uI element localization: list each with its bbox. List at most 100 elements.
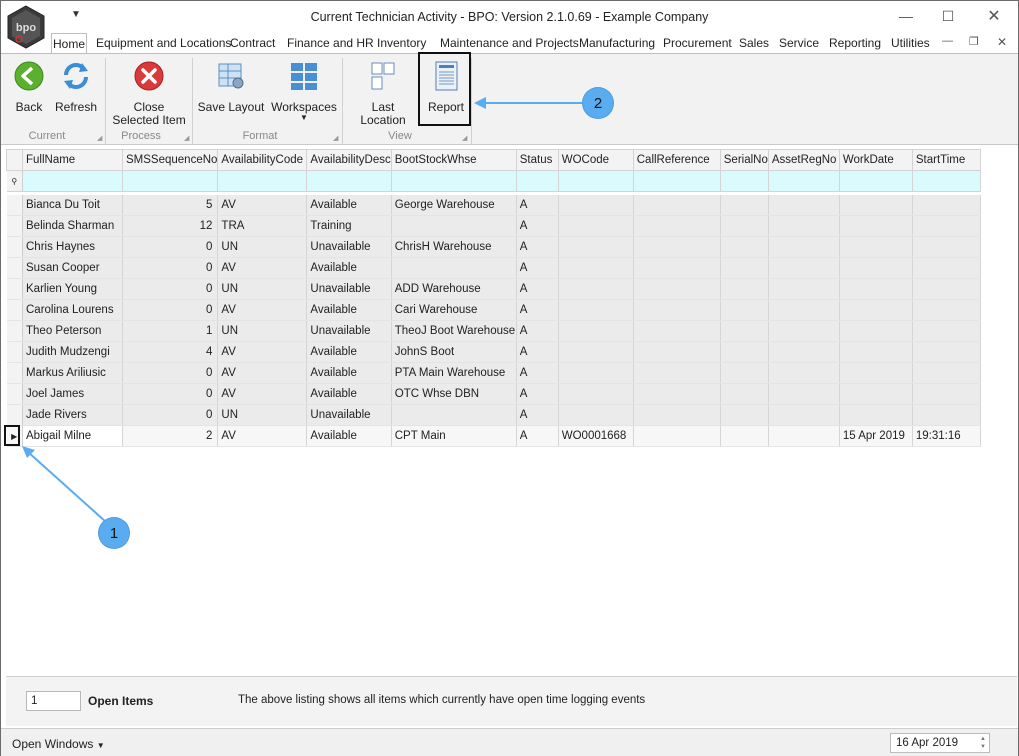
cell-callreference[interactable]	[633, 425, 721, 447]
cell-availabilitycode[interactable]: AV	[217, 383, 308, 405]
date-spinner-icon[interactable]: ▲ ▼	[980, 735, 986, 751]
tab-equipment-and-locations[interactable]: Equipment and Locations	[96, 36, 231, 50]
cell-bootstockwhse[interactable]	[391, 215, 517, 237]
row-indicator[interactable]	[6, 194, 23, 216]
cell-assetregno[interactable]	[768, 341, 840, 363]
tab-contract[interactable]: Contract	[230, 36, 275, 50]
cell-assetregno[interactable]	[768, 320, 840, 342]
cell-fullname[interactable]: Joel James	[22, 383, 123, 405]
workspaces-dropdown[interactable]: Workspaces ▼	[271, 60, 337, 122]
cell-assetregno[interactable]	[768, 404, 840, 426]
cell-availabilitycode[interactable]: UN	[217, 278, 308, 300]
table-row[interactable]: Bianca Du Toit 5 AV Available George Warehou…	[6, 194, 981, 216]
column-header-workdate[interactable]: WorkDate	[838, 149, 913, 171]
cell-status[interactable]: A	[516, 299, 559, 321]
tab-reporting[interactable]: Reporting	[829, 36, 881, 50]
row-indicator[interactable]	[6, 299, 23, 321]
cell-fullname[interactable]: Jade Rivers	[22, 404, 123, 426]
filter-cell-callreference[interactable]	[633, 170, 721, 192]
cell-wocode[interactable]	[558, 236, 634, 258]
cell-callreference[interactable]	[633, 257, 721, 279]
cell-fullname[interactable]: Carolina Lourens	[22, 299, 123, 321]
tab-inventory[interactable]: Inventory	[377, 36, 426, 50]
filter-row[interactable]: ⚲	[6, 170, 981, 192]
column-header-bootstockwhse[interactable]: BootStockWhse	[390, 149, 517, 171]
cell-availabilitycode[interactable]: AV	[217, 299, 308, 321]
column-header-assetregno[interactable]: AssetRegNo	[767, 149, 840, 171]
cell-wocode[interactable]	[558, 320, 634, 342]
filter-cell-availabilitycode[interactable]	[217, 170, 308, 192]
cell-wocode[interactable]	[558, 257, 634, 279]
filter-cell-bootstockwhse[interactable]	[391, 170, 517, 192]
cell-availabilitydesc[interactable]: Training	[306, 215, 392, 237]
table-row[interactable]: Theo Peterson 1 UN Unavailable TheoJ Boot Wa…	[6, 320, 981, 342]
cell-bootstockwhse[interactable]: TheoJ Boot Warehouse	[391, 320, 517, 342]
table-row[interactable]: Joel James 0 AV Available OTC Whse DBN A	[6, 383, 981, 405]
cell-wocode[interactable]	[558, 383, 634, 405]
refresh-button[interactable]: Refresh	[55, 60, 97, 114]
close-selected-item-button[interactable]: Close Selected Item	[109, 60, 189, 127]
filter-cell-wocode[interactable]	[558, 170, 634, 192]
tab-home[interactable]: Home	[51, 33, 87, 55]
cell-assetregno[interactable]	[768, 383, 840, 405]
cell-workdate[interactable]	[839, 299, 913, 321]
cell-availabilitydesc[interactable]: Available	[306, 299, 392, 321]
cell-status[interactable]: A	[516, 425, 559, 447]
cell-callreference[interactable]	[633, 362, 721, 384]
cell-wocode[interactable]	[558, 341, 634, 363]
cell-bootstockwhse[interactable]	[391, 404, 517, 426]
cell-starttime[interactable]	[912, 236, 981, 258]
column-header-callreference[interactable]: CallReference	[632, 149, 721, 171]
cell-bootstockwhse[interactable]: Cari Warehouse	[391, 299, 517, 321]
cell-status[interactable]: A	[516, 194, 559, 216]
cell-smssequenceno[interactable]: 0	[122, 278, 219, 300]
table-row[interactable]: ▶ Abigail Milne 2 AV Available CPT Main A WO000…	[6, 425, 981, 447]
table-row[interactable]: Jade Rivers 0 UN Unavailable A	[6, 404, 981, 426]
cell-bootstockwhse[interactable]	[391, 257, 517, 279]
column-header-wocode[interactable]: WOCode	[557, 149, 634, 171]
cell-workdate[interactable]	[839, 383, 913, 405]
date-field[interactable]: 16 Apr 2019 ▲ ▼	[890, 733, 990, 753]
cell-workdate[interactable]	[839, 236, 913, 258]
cell-fullname[interactable]: Karlien Young	[22, 278, 123, 300]
cell-starttime[interactable]	[912, 320, 981, 342]
row-indicator[interactable]	[6, 341, 23, 363]
cell-wocode[interactable]	[558, 278, 634, 300]
cell-callreference[interactable]	[633, 404, 721, 426]
cell-fullname[interactable]: Chris Haynes	[22, 236, 123, 258]
cell-assetregno[interactable]	[768, 236, 840, 258]
save-layout-button[interactable]: Save Layout	[197, 60, 265, 114]
cell-availabilitydesc[interactable]: Unavailable	[306, 278, 392, 300]
cell-smssequenceno[interactable]: 1	[122, 320, 219, 342]
mdi-restore-icon[interactable]: ❐	[969, 35, 979, 48]
table-row[interactable]: Markus Ariliusic 0 AV Available PTA Main War…	[6, 362, 981, 384]
cell-callreference[interactable]	[633, 215, 721, 237]
column-header-starttime[interactable]: StartTime	[911, 149, 981, 171]
cell-fullname[interactable]: Bianca Du Toit	[22, 194, 123, 216]
row-indicator[interactable]	[6, 278, 23, 300]
cell-callreference[interactable]	[633, 194, 721, 216]
cell-serialno[interactable]	[720, 299, 769, 321]
back-button[interactable]: Back	[11, 60, 47, 114]
cell-bootstockwhse[interactable]: CPT Main	[391, 425, 517, 447]
column-header-status[interactable]: Status	[515, 149, 559, 171]
column-header-smssequenceno[interactable]: SMSSequenceNo	[121, 149, 219, 171]
cell-serialno[interactable]	[720, 236, 769, 258]
cell-availabilitydesc[interactable]: Available	[306, 425, 392, 447]
cell-starttime[interactable]	[912, 299, 981, 321]
row-indicator[interactable]	[6, 362, 23, 384]
filter-cell-availabilitydesc[interactable]	[306, 170, 392, 192]
cell-availabilitydesc[interactable]: Unavailable	[306, 236, 392, 258]
cell-assetregno[interactable]	[768, 257, 840, 279]
cell-bootstockwhse[interactable]: George Warehouse	[391, 194, 517, 216]
cell-fullname[interactable]: Judith Mudzengi	[22, 341, 123, 363]
cell-availabilitydesc[interactable]: Unavailable	[306, 320, 392, 342]
filter-cell-fullname[interactable]	[22, 170, 123, 192]
cell-fullname[interactable]: Theo Peterson	[22, 320, 123, 342]
last-location-button[interactable]: Last Location	[348, 60, 418, 127]
cell-serialno[interactable]	[720, 194, 769, 216]
cell-availabilitycode[interactable]: AV	[217, 341, 308, 363]
column-header-serialno[interactable]: SerialNo	[719, 149, 769, 171]
cell-availabilitydesc[interactable]: Available	[306, 341, 392, 363]
cell-starttime[interactable]	[912, 215, 981, 237]
